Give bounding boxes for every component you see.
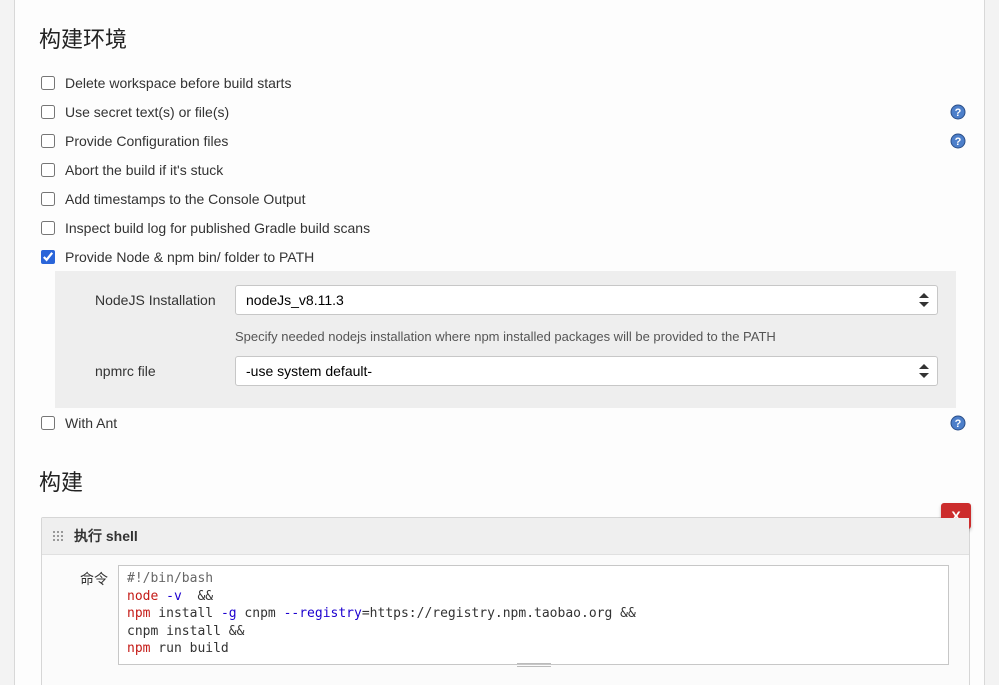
svg-text:?: ?: [955, 136, 962, 148]
option-row-ant: With Ant?: [41, 408, 970, 437]
checkbox-ant[interactable]: [41, 416, 55, 430]
help-icon[interactable]: ?: [950, 415, 966, 431]
drag-handle-icon[interactable]: [52, 530, 64, 542]
svg-text:?: ?: [955, 418, 962, 430]
build-env-options: Delete workspace before build starts Use …: [15, 68, 984, 437]
build-step-title: 执行 shell: [74, 526, 138, 546]
option-row-timestamps: Add timestamps to the Console Output: [41, 184, 970, 213]
help-icon[interactable]: ?: [950, 104, 966, 120]
build-step-shell: X ? 执行 shell 命令 #!/bin/bash node -v && n…: [41, 517, 970, 685]
nodejs-subpanel: NodeJS InstallationnodeJs_v8.11.3 Specify…: [55, 271, 956, 408]
npmrc-select[interactable]: -use system default-: [235, 356, 938, 386]
checkbox-label-delete_ws[interactable]: Delete workspace before build starts: [65, 75, 291, 91]
section-build-env-title: 构建环境: [39, 22, 984, 54]
nodejs-install-label: NodeJS Installation: [95, 292, 235, 308]
checkbox-label-timestamps[interactable]: Add timestamps to the Console Output: [65, 191, 305, 207]
checkbox-label-secret[interactable]: Use secret text(s) or file(s): [65, 104, 229, 120]
nodejs-install-desc: Specify needed nodejs installation where…: [235, 321, 938, 356]
checkbox-timestamps[interactable]: [41, 192, 55, 206]
checkbox-label-config[interactable]: Provide Configuration files: [65, 133, 228, 149]
checkbox-delete_ws[interactable]: [41, 76, 55, 90]
option-row-abort: Abort the build if it's stuck: [41, 155, 970, 184]
command-textarea[interactable]: #!/bin/bash node -v && npm install -g cn…: [118, 565, 949, 665]
checkbox-config[interactable]: [41, 134, 55, 148]
help-icon[interactable]: ?: [950, 133, 966, 149]
option-row-inspect: Inspect build log for published Gradle b…: [41, 213, 970, 242]
npmrc-label: npmrc file: [95, 363, 235, 379]
option-row-config: Provide Configuration files?: [41, 126, 970, 155]
nodejs-install-select[interactable]: nodeJs_v8.11.3: [235, 285, 938, 315]
option-row-secret: Use secret text(s) or file(s)?: [41, 97, 970, 126]
resize-grip-icon[interactable]: [517, 663, 551, 667]
svg-text:?: ?: [955, 107, 962, 119]
option-row-node: Provide Node & npm bin/ folder to PATH: [41, 242, 970, 271]
checkbox-label-ant[interactable]: With Ant: [65, 415, 117, 431]
checkbox-node[interactable]: [41, 250, 55, 264]
checkbox-inspect[interactable]: [41, 221, 55, 235]
checkbox-secret[interactable]: [41, 105, 55, 119]
section-build-title: 构建: [39, 465, 984, 497]
checkbox-label-abort[interactable]: Abort the build if it's stuck: [65, 162, 223, 178]
checkbox-label-inspect[interactable]: Inspect build log for published Gradle b…: [65, 220, 370, 236]
config-panel: 构建环境 Delete workspace before build start…: [14, 0, 985, 685]
option-row-delete_ws: Delete workspace before build starts: [41, 68, 970, 97]
checkbox-abort[interactable]: [41, 163, 55, 177]
checkbox-label-node[interactable]: Provide Node & npm bin/ folder to PATH: [65, 249, 314, 265]
command-label: 命令: [62, 565, 118, 667]
